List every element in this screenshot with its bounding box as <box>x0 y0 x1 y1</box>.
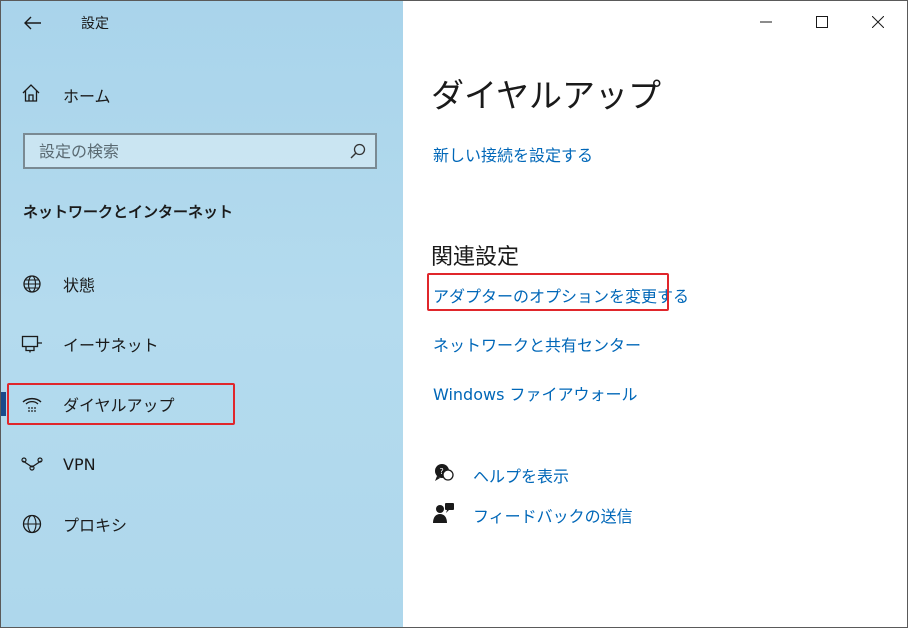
highlight-box <box>427 273 669 311</box>
search-input[interactable] <box>25 135 349 167</box>
sidebar: 設定 ホーム ネットワークとインターネット 状態 イーサネット <box>1 1 403 627</box>
sidebar-item-vpn[interactable]: VPN <box>1 444 403 484</box>
sidebar-item-status[interactable]: 状態 <box>1 264 403 304</box>
help-label: ヘルプを表示 <box>473 467 570 486</box>
home-icon <box>21 83 41 107</box>
ethernet-icon <box>21 334 43 354</box>
sidebar-item-label: VPN <box>63 454 96 474</box>
close-button[interactable] <box>853 1 903 43</box>
feedback-label: フィードバックの送信 <box>473 507 633 526</box>
svg-text:?: ? <box>440 467 444 476</box>
search-icon[interactable] <box>349 142 367 164</box>
home-label: ホーム <box>63 87 111 106</box>
page-title: ダイヤルアップ <box>431 76 662 115</box>
home-nav-item[interactable]: ホーム <box>21 81 111 109</box>
app-title: 設定 <box>81 16 109 32</box>
vpn-icon <box>21 454 43 474</box>
search-box[interactable] <box>23 133 377 169</box>
section-title: ネットワークとインターネット <box>23 203 234 221</box>
sidebar-item-label: イーサネット <box>63 336 159 355</box>
sidebar-item-ethernet[interactable]: イーサネット <box>1 324 403 364</box>
sidebar-item-proxy[interactable]: プロキシ <box>1 504 403 544</box>
network-sharing-center-link[interactable]: ネットワークと共有センター <box>433 332 641 356</box>
related-settings-title: 関連設定 <box>431 245 520 270</box>
help-row[interactable]: ? ヘルプを表示 <box>433 462 569 488</box>
sidebar-item-label: 状態 <box>63 276 96 295</box>
globe-status-icon <box>21 274 43 294</box>
feedback-icon <box>433 502 455 528</box>
feedback-row[interactable]: フィードバックの送信 <box>433 502 633 528</box>
help-chat-icon: ? <box>433 463 455 487</box>
maximize-button[interactable] <box>797 1 847 43</box>
main-content: ダイヤルアップ 新しい接続を設定する 関連設定 アダプターのオプションを変更する… <box>403 1 907 627</box>
back-arrow-icon[interactable] <box>19 9 47 37</box>
new-connection-link[interactable]: 新しい接続を設定する <box>433 142 593 166</box>
highlight-box <box>7 383 235 425</box>
minimize-button[interactable] <box>741 1 791 43</box>
globe-icon <box>21 514 43 534</box>
settings-window: 設定 ホーム ネットワークとインターネット 状態 イーサネット <box>0 0 908 628</box>
windows-firewall-link[interactable]: Windows ファイアウォール <box>433 381 638 405</box>
sidebar-item-label: プロキシ <box>63 516 128 535</box>
